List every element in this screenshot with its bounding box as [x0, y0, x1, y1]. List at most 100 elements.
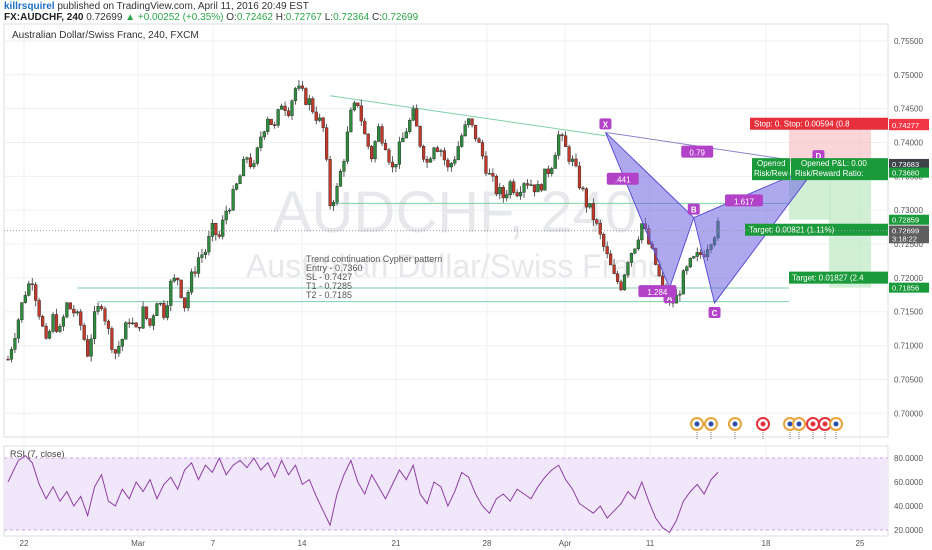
candle-body — [397, 141, 401, 165]
candle-body — [508, 181, 512, 195]
candle-body — [615, 273, 620, 282]
price-tick-label: 0.70000 — [894, 409, 923, 418]
candle-body — [522, 183, 526, 193]
candle-body — [546, 168, 550, 174]
candle-body — [297, 85, 301, 89]
candle-body — [387, 149, 391, 163]
event-flag-dot — [787, 421, 793, 427]
price-tick-label: 0.72000 — [894, 274, 923, 283]
candle-body — [172, 277, 176, 282]
candle-body — [498, 187, 502, 195]
pattern-ratio-label: 0.79 — [689, 149, 705, 158]
candle-body — [99, 306, 104, 309]
candle-body — [588, 203, 592, 208]
candle-body — [96, 306, 100, 312]
candle-body — [238, 175, 242, 185]
candle-body — [345, 131, 350, 162]
price-tick-label: 0.75500 — [894, 37, 923, 46]
candle-body — [629, 252, 634, 263]
price-tick-label: 0.74000 — [894, 138, 923, 147]
candle-body — [44, 325, 48, 339]
candle-body — [328, 159, 332, 207]
candle-body — [612, 264, 616, 274]
candle-body — [415, 108, 419, 127]
stop-label: Stop: 0. Stop: 0.00594 (0.8 — [754, 120, 850, 129]
annotation-line: T2 - 0.7185 — [306, 290, 352, 300]
candle-body — [570, 158, 575, 162]
stop-zone[interactable] — [789, 123, 871, 165]
candle-body — [183, 297, 187, 309]
candle-body — [72, 308, 76, 314]
candle-body — [68, 302, 72, 310]
candle-body — [335, 186, 339, 203]
candle-body — [602, 234, 606, 247]
candle-body — [681, 270, 685, 295]
candle-body — [574, 158, 578, 167]
price-tick-label: 0.71000 — [894, 342, 923, 351]
candle-body — [505, 194, 509, 199]
candle-body — [518, 191, 523, 197]
candle-body — [273, 124, 277, 126]
candle-body — [394, 164, 398, 168]
candle-body — [619, 281, 623, 291]
pattern-point-label: X — [603, 120, 609, 129]
risk-reward-ratio-label: Risk/Reward Ratio: — [795, 169, 863, 178]
candle-body — [487, 173, 492, 175]
candle-body — [473, 124, 478, 140]
candle-body — [477, 138, 481, 143]
candle-body — [352, 102, 356, 111]
candle-body — [6, 358, 10, 361]
candle-body — [110, 328, 114, 350]
price-tick-label: 0.73000 — [894, 206, 923, 215]
pattern-ratio-label: 1.284 — [647, 288, 668, 297]
event-flag-dot — [732, 421, 738, 427]
candle-body — [286, 110, 291, 116]
candle-body — [127, 322, 131, 324]
candle-body — [280, 105, 284, 110]
candle-body — [390, 161, 395, 168]
candle-body — [325, 127, 329, 160]
candle-body — [435, 147, 440, 152]
candle-body — [134, 322, 138, 328]
candle-body — [584, 188, 588, 208]
candle-body — [591, 203, 595, 220]
candle-body — [366, 133, 370, 147]
candle-body — [622, 274, 627, 291]
candle-body — [338, 171, 343, 187]
candle-body — [425, 159, 429, 163]
candle-body — [470, 118, 474, 126]
candle-body — [605, 246, 609, 255]
candle-body — [30, 283, 34, 285]
candle-body — [404, 131, 408, 139]
candle-body — [124, 322, 128, 340]
candle-body — [422, 146, 426, 160]
rsi-band — [5, 458, 887, 530]
candle-body — [304, 88, 308, 105]
candle-body — [54, 314, 59, 332]
candle-body — [380, 126, 384, 144]
candle-body — [695, 252, 699, 257]
candle-body — [131, 322, 135, 325]
candle-body — [373, 141, 377, 160]
candle-body — [141, 306, 145, 329]
candle-body — [245, 157, 249, 160]
candle-body — [349, 109, 353, 133]
candle-body — [484, 155, 488, 174]
candle-body — [51, 314, 55, 332]
candle-body — [633, 248, 637, 254]
price-chart[interactable]: 0.755000.750000.745000.740000.735000.730… — [0, 0, 932, 550]
candle-body — [75, 311, 79, 314]
candle-body — [228, 209, 232, 212]
candle-body — [626, 262, 630, 276]
candle-body — [162, 302, 166, 318]
candle-body — [300, 85, 304, 89]
candle-body — [363, 120, 367, 135]
price-tick-label: 0.74500 — [894, 105, 923, 114]
candle-body — [34, 284, 38, 301]
candle-body — [401, 137, 405, 143]
candle-body — [79, 311, 83, 326]
candle-body — [383, 142, 388, 151]
rsi-tick-label: 40.0000 — [894, 502, 923, 511]
candle-body — [92, 311, 97, 340]
candle-body — [255, 147, 259, 164]
